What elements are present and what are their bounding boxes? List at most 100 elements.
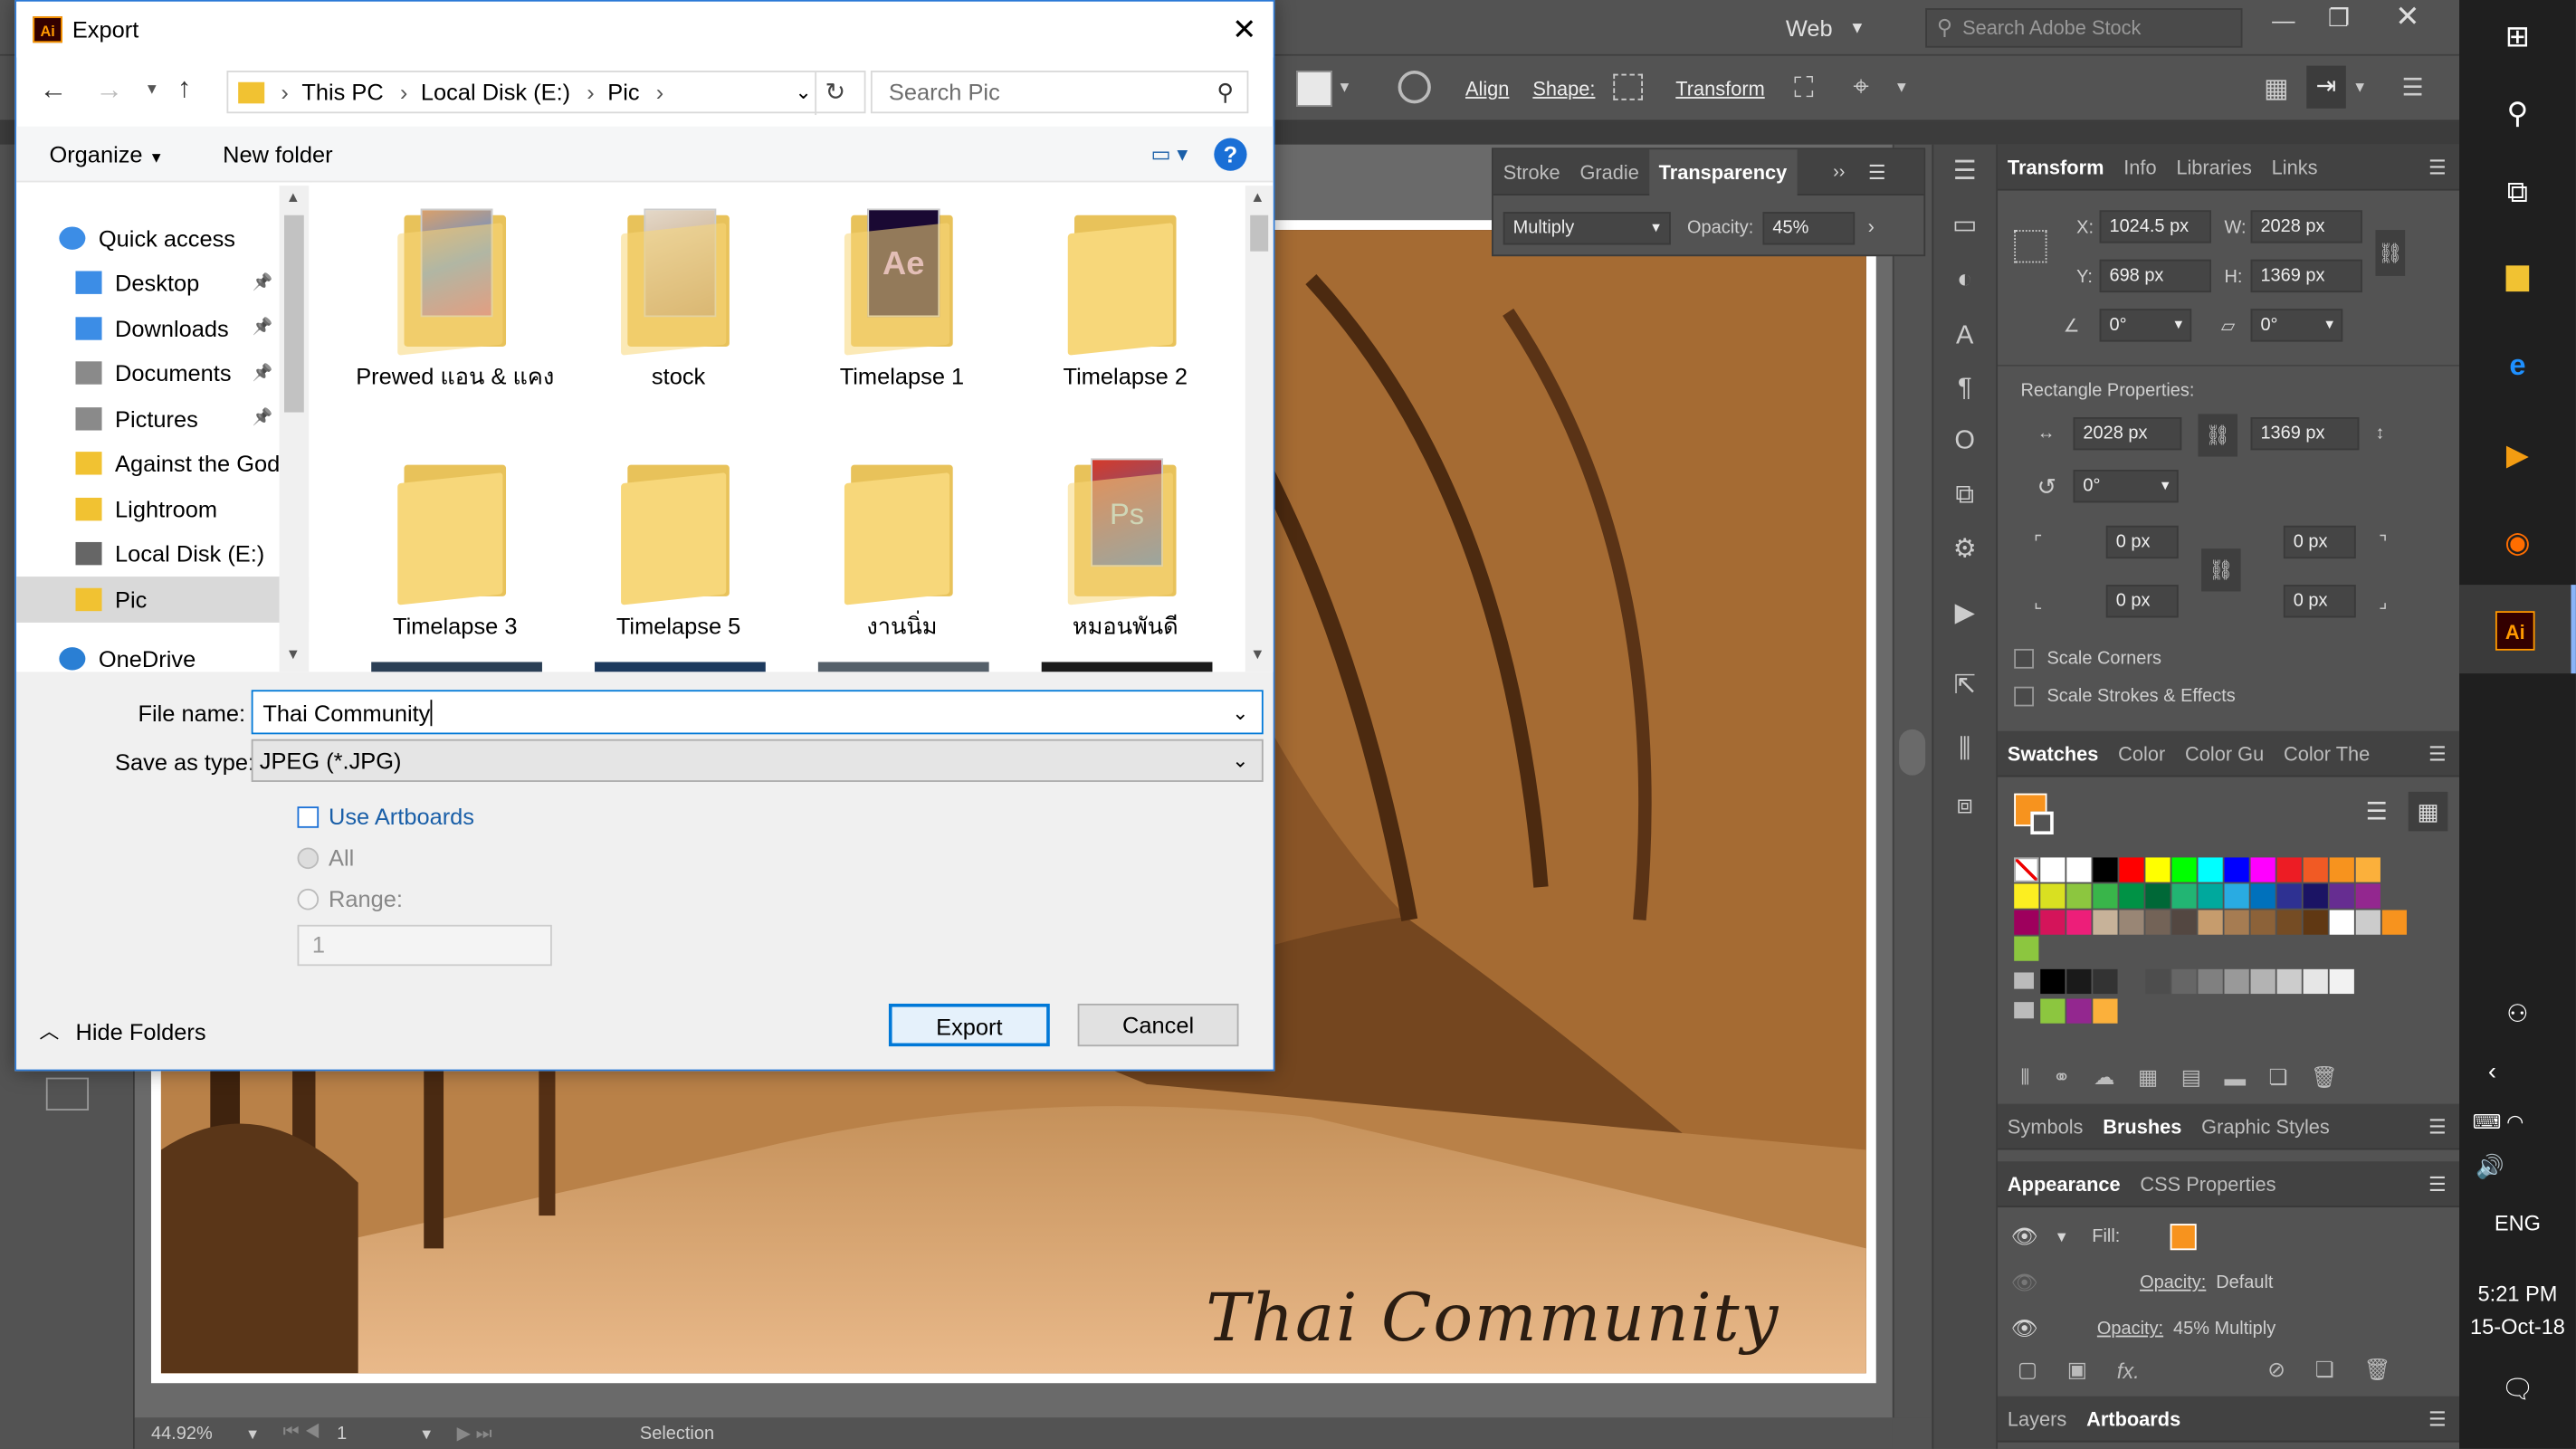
tab-brushes[interactable]: Brushes bbox=[2093, 1114, 2191, 1137]
delete-swatch-icon[interactable]: 🗑 bbox=[2311, 1064, 2338, 1091]
corner-tr-input[interactable]: 0 px bbox=[2283, 525, 2356, 559]
nav-item[interactable]: Pictures 📌 bbox=[16, 396, 309, 441]
visibility-eye-icon[interactable]: 👁 bbox=[2011, 1316, 2038, 1342]
range-option[interactable]: Range: bbox=[297, 885, 403, 911]
scroll-up-icon[interactable]: ▲ bbox=[286, 189, 301, 205]
screen-mode-icon[interactable] bbox=[45, 1077, 90, 1111]
color-swatch[interactable] bbox=[2171, 910, 2197, 935]
folder-tile[interactable]: Timelapse 2 bbox=[1018, 202, 1232, 389]
pin-icon[interactable]: 📌 bbox=[253, 409, 273, 427]
color-swatch[interactable] bbox=[2250, 857, 2275, 882]
tab-artboards[interactable]: Artboards bbox=[2076, 1407, 2190, 1430]
color-swatch[interactable] bbox=[2119, 910, 2144, 935]
forward-arrow-icon[interactable]: → bbox=[95, 74, 123, 107]
task-view-icon[interactable]: ⧉ bbox=[2459, 155, 2576, 230]
color-swatch[interactable] bbox=[2224, 910, 2249, 935]
range-input[interactable]: 1 bbox=[297, 924, 552, 967]
opacity-input[interactable]: 45% bbox=[1762, 212, 1856, 245]
transform-link[interactable]: Transform bbox=[1675, 77, 1764, 100]
tab-color[interactable]: Color bbox=[2108, 741, 2175, 764]
hide-folders-toggle[interactable]: ︿ Hide Folders bbox=[40, 1016, 206, 1044]
color-swatch[interactable] bbox=[2093, 998, 2118, 1024]
color-swatch[interactable] bbox=[2066, 968, 2092, 995]
color-swatch[interactable] bbox=[2224, 968, 2249, 995]
last-artboard-icon[interactable]: ▶ ⏭ bbox=[457, 1422, 492, 1444]
link-proportions-icon[interactable]: ⛓ bbox=[2375, 230, 2406, 276]
volume-icon[interactable]: 🔊 bbox=[2476, 1153, 2504, 1181]
duplicate-item-icon[interactable]: ❏ bbox=[2315, 1357, 2334, 1383]
chevron-right-icon[interactable]: › bbox=[1868, 215, 1875, 238]
color-swatch[interactable] bbox=[2066, 857, 2092, 882]
chevron-down-icon[interactable]: ▼ bbox=[2055, 1229, 2069, 1245]
color-group-folder-icon[interactable] bbox=[2014, 972, 2034, 989]
use-artboards-checkbox[interactable] bbox=[297, 806, 320, 827]
delete-item-icon[interactable]: 🗑 bbox=[2364, 1357, 2391, 1383]
nav-item[interactable]: Downloads 📌 bbox=[16, 306, 309, 351]
color-swatch[interactable] bbox=[2329, 883, 2354, 909]
scroll-thumb[interactable] bbox=[1250, 214, 1269, 252]
color-swatch[interactable] bbox=[2355, 883, 2380, 909]
pin-icon[interactable]: 📌 bbox=[253, 319, 273, 338]
color-swatch[interactable] bbox=[2066, 883, 2092, 909]
reference-point-icon[interactable] bbox=[2014, 230, 2047, 263]
opacity-link[interactable]: Opacity: bbox=[2140, 1273, 2206, 1293]
color-swatch[interactable] bbox=[2040, 883, 2066, 909]
character-icon[interactable]: A bbox=[1933, 309, 1996, 365]
double-chevron-icon[interactable]: ›› bbox=[1833, 162, 1845, 182]
tab-info[interactable]: Info bbox=[2113, 156, 2166, 178]
corner-tl-input[interactable]: 0 px bbox=[2105, 525, 2179, 559]
workspace-switcher[interactable]: Web ▼ bbox=[1786, 10, 1865, 46]
nav-item[interactable]: Lightroom bbox=[16, 486, 309, 531]
close-icon[interactable]: ✕ bbox=[1232, 13, 1256, 47]
tab-css-properties[interactable]: CSS Properties bbox=[2131, 1172, 2286, 1195]
swatch-options-icon[interactable]: ▦ bbox=[2138, 1064, 2158, 1091]
color-swatch[interactable] bbox=[2329, 968, 2354, 995]
view-options-icon[interactable]: ▭ ▾ bbox=[1151, 140, 1188, 167]
use-artboards-option[interactable]: Use Artboards bbox=[297, 804, 474, 830]
color-swatch[interactable] bbox=[2198, 910, 2223, 935]
tab-links[interactable]: Links bbox=[2262, 156, 2328, 178]
firefox-icon[interactable]: ◉ bbox=[2459, 500, 2576, 585]
tab-stroke[interactable]: Stroke bbox=[1493, 160, 1570, 183]
w-input[interactable]: 2028 px bbox=[2250, 210, 2362, 243]
pin-icon[interactable]: 📌 bbox=[253, 274, 273, 292]
blend-mode-select[interactable]: Multiply ▼ bbox=[1503, 212, 1671, 245]
folder-tile[interactable]: งานนิ่ม bbox=[795, 452, 1008, 639]
none-swatch[interactable] bbox=[2014, 857, 2039, 882]
file-explorer-icon[interactable]: ▆ bbox=[2459, 230, 2576, 319]
chevron-down-icon[interactable]: ⌄ bbox=[1232, 701, 1248, 723]
y-input[interactable]: 698 px bbox=[2099, 259, 2211, 293]
breadcrumb-separator-icon[interactable]: › bbox=[656, 79, 663, 105]
align-link[interactable]: Align bbox=[1465, 77, 1509, 100]
scroll-down-icon[interactable]: ▼ bbox=[1250, 645, 1264, 662]
settings-gear-icon[interactable]: ⚙ bbox=[1933, 522, 1996, 578]
search-icon[interactable]: ⚲ bbox=[2459, 72, 2576, 155]
new-folder-button[interactable]: New folder bbox=[223, 140, 332, 167]
tab-swatches[interactable]: Swatches bbox=[1998, 741, 2108, 764]
panel-menu-icon[interactable]: ☰ bbox=[2428, 1114, 2447, 1137]
add-fill-icon[interactable]: ▣ bbox=[2067, 1357, 2087, 1383]
canvas-vertical-scrollbar[interactable] bbox=[1892, 144, 1932, 1418]
folder-tile[interactable]: stock bbox=[572, 202, 786, 389]
recolor-icon[interactable] bbox=[1398, 71, 1431, 104]
chevron-down-icon[interactable]: ▼ bbox=[1894, 79, 1909, 95]
color-swatch[interactable] bbox=[2066, 910, 2092, 935]
panel-menu-icon[interactable]: ☰ bbox=[2428, 156, 2447, 178]
chevron-down-icon[interactable]: ▼ bbox=[2352, 79, 2367, 95]
cancel-button[interactable]: Cancel bbox=[1077, 1003, 1239, 1047]
search-box[interactable]: Search Pic ⚲ bbox=[870, 71, 1249, 114]
help-icon[interactable]: ? bbox=[1214, 137, 1247, 170]
shear-input[interactable]: 0° ▼ bbox=[2250, 309, 2343, 342]
folder-tile[interactable]: Ae Timelapse 1 bbox=[795, 202, 1008, 389]
rectangle-icon[interactable]: ▭ bbox=[1933, 200, 1996, 253]
files-scrollbar[interactable]: ▲ ▼ bbox=[1245, 186, 1274, 672]
scale-strokes-option[interactable]: Scale Strokes & Effects bbox=[2014, 686, 2236, 707]
color-swatch[interactable] bbox=[2224, 883, 2249, 909]
chevron-down-icon[interactable]: ▼ bbox=[245, 1425, 260, 1442]
color-swatch[interactable] bbox=[2014, 910, 2039, 935]
address-bar[interactable]: › This PC › Local Disk (E:) › Pic › ⌄ bbox=[226, 71, 866, 114]
media-player-icon[interactable]: ▶ bbox=[2459, 411, 2576, 500]
scale-strokes-checkbox[interactable] bbox=[2014, 686, 2034, 707]
color-swatch[interactable] bbox=[2145, 968, 2171, 995]
nav-item[interactable]: Local Disk (E:) bbox=[16, 531, 309, 577]
